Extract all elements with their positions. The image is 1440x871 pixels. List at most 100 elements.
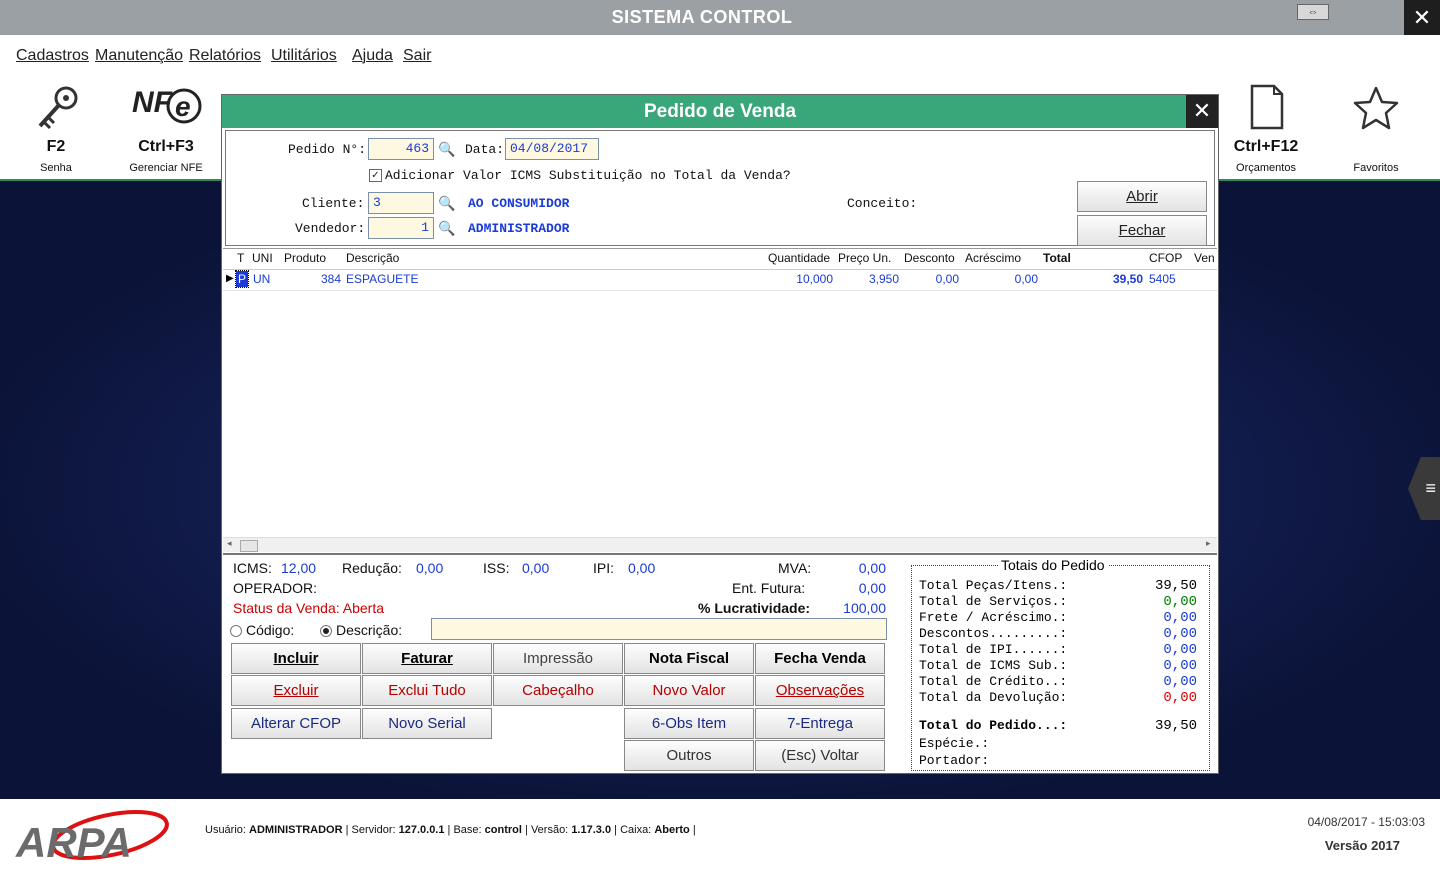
codigo-radio[interactable] bbox=[230, 625, 242, 637]
cliente-label: Cliente: bbox=[302, 196, 365, 211]
totais-row-label: Total Peças/Itens.: bbox=[919, 578, 1068, 593]
total-pedido-label: Total do Pedido...: bbox=[919, 718, 1068, 733]
scroll-left-icon[interactable]: ◂ bbox=[227, 538, 232, 549]
reducao-value: 0,00 bbox=[416, 560, 444, 576]
conceito-label: Conceito: bbox=[847, 196, 918, 211]
pedido-number-input[interactable]: 463 bbox=[368, 138, 434, 160]
col-total: Total bbox=[1043, 251, 1071, 265]
totais-row-label: Total da Devolução: bbox=[919, 690, 1068, 705]
icms-st-checkbox[interactable]: ✓ bbox=[369, 169, 382, 182]
incluir-button[interactable]: Incluir bbox=[231, 643, 361, 674]
faturar-button[interactable]: Faturar bbox=[362, 643, 492, 674]
novo-serial-button[interactable]: Novo Serial bbox=[362, 708, 492, 739]
observacoes-button[interactable]: Observações bbox=[755, 675, 885, 706]
vendedor-code-input[interactable]: 1 bbox=[368, 217, 434, 239]
totais-row: Total da Devolução: 0,00 bbox=[919, 690, 1209, 706]
dialog-close-button[interactable]: ✕ bbox=[1186, 95, 1218, 128]
session-info: Usuário: ADMINISTRADOR | Servidor: 127.0… bbox=[205, 824, 696, 836]
mva-label: MVA: bbox=[778, 560, 812, 576]
totais-row: Total de Serviços.: 0,00 bbox=[919, 594, 1209, 610]
table-row[interactable]: ▶ P UN 384 ESPAGUETE 10,000 3,950 0,00 0… bbox=[223, 269, 1217, 291]
fecha-venda-button[interactable]: Fecha Venda bbox=[755, 643, 885, 674]
arpa-logo: ARPA bbox=[14, 809, 199, 866]
servidor-value: 127.0.0.1 bbox=[398, 824, 445, 836]
toolbar-nfe-label: Gerenciar NFE bbox=[129, 162, 203, 174]
row-pointer-icon: ▶ bbox=[226, 273, 234, 284]
col-t: T bbox=[237, 251, 245, 265]
lucratividade-value: 100,00 bbox=[843, 600, 886, 616]
search-product-input[interactable] bbox=[431, 618, 887, 640]
menu-manutencao[interactable]: Manutenção bbox=[95, 47, 183, 65]
totais-row: Total Peças/Itens.: 39,50 bbox=[919, 578, 1209, 594]
obs-item-button[interactable]: 6-Obs Item bbox=[624, 708, 754, 739]
restore-icon[interactable]: ⇔ bbox=[1297, 4, 1329, 20]
toolbar-senha-button[interactable]: F2 Senha bbox=[6, 78, 106, 178]
vendedor-search-icon[interactable]: 🔍 bbox=[438, 220, 455, 237]
row-cfop: 5405 bbox=[1149, 272, 1176, 286]
row-produto: 384 bbox=[320, 272, 341, 286]
row-acrescimo: 0,00 bbox=[1014, 272, 1038, 286]
versao-year: Versão 2017 bbox=[1324, 838, 1400, 853]
outros-button[interactable]: Outros bbox=[624, 740, 754, 771]
novo-valor-button[interactable]: Novo Valor bbox=[624, 675, 754, 706]
alterar-cfop-button[interactable]: Alterar CFOP bbox=[231, 708, 361, 739]
toolbar-orcamentos-label: Orçamentos bbox=[1236, 162, 1296, 174]
menu-relatorios[interactable]: Relatórios bbox=[189, 47, 261, 65]
base-label: Base: bbox=[453, 824, 482, 836]
window-titlebar: SISTEMA CONTROL ⇔ ✕ bbox=[0, 0, 1440, 35]
menu-sair[interactable]: Sair bbox=[403, 47, 431, 65]
vendedor-name: ADMINISTRADOR bbox=[468, 221, 570, 236]
base-value: control bbox=[484, 824, 522, 836]
total-pedido-row: Total do Pedido...: 39,50 bbox=[919, 718, 1209, 734]
row-preco: 3,950 bbox=[868, 272, 899, 286]
row-type[interactable]: P bbox=[235, 270, 249, 288]
excluir-button[interactable]: Excluir bbox=[231, 675, 361, 706]
entrega-button[interactable]: 7-Entrega bbox=[755, 708, 885, 739]
row-desconto: 0,00 bbox=[935, 272, 959, 286]
totais-row: Total de ICMS Sub.: 0,00 bbox=[919, 658, 1209, 674]
abrir-button[interactable]: Abrir bbox=[1077, 181, 1207, 212]
cliente-code-input[interactable]: 3 bbox=[368, 192, 434, 214]
toolbar-orcamentos-button[interactable]: Ctrl+F12 Orçamentos bbox=[1216, 78, 1316, 178]
ipi-value: 0,00 bbox=[628, 560, 656, 576]
menu-cadastros[interactable]: Cadastros bbox=[16, 47, 89, 65]
impressao-button[interactable]: Impressão bbox=[493, 643, 623, 674]
totais-row-value: 0,00 bbox=[1163, 610, 1197, 626]
data-input[interactable]: 04/08/2017 bbox=[505, 138, 599, 160]
toolbar-nfe-button[interactable]: NF e Ctrl+F3 Gerenciar NFE bbox=[116, 78, 216, 178]
fechar-button[interactable]: Fechar bbox=[1077, 215, 1207, 246]
nota-fiscal-button[interactable]: Nota Fiscal bbox=[624, 643, 754, 674]
status-bar: ARPA Usuário: ADMINISTRADOR | Servidor: … bbox=[0, 799, 1440, 871]
row-total: 39,50 bbox=[1112, 272, 1143, 286]
iss-value: 0,00 bbox=[522, 560, 550, 576]
toolbar-favoritos-label: Favoritos bbox=[1353, 162, 1399, 174]
grid-horizontal-scrollbar[interactable]: ◂ ▸ bbox=[223, 537, 1217, 552]
svg-text:NF: NF bbox=[132, 86, 173, 119]
totais-title: Totais do Pedido bbox=[998, 557, 1108, 573]
menu-ajuda[interactable]: Ajuda bbox=[352, 47, 393, 65]
totais-row-value: 39,50 bbox=[1154, 578, 1197, 594]
codigo-label: Código: bbox=[246, 622, 295, 638]
totais-row-label: Total de ICMS Sub.: bbox=[919, 658, 1068, 673]
col-produto: Produto bbox=[284, 251, 327, 265]
toolbar-favoritos-button[interactable]: Favoritos bbox=[1326, 78, 1426, 178]
col-desconto: Desconto bbox=[904, 251, 955, 265]
mva-value: 0,00 bbox=[858, 560, 886, 576]
versao-value: 1.17.3.0 bbox=[571, 824, 612, 836]
col-uni: UNI bbox=[252, 251, 273, 265]
scroll-right-icon[interactable]: ▸ bbox=[1206, 538, 1211, 549]
exclui-tudo-button[interactable]: Exclui Tudo bbox=[362, 675, 492, 706]
pedido-label: Pedido N°: bbox=[288, 142, 367, 157]
voltar-button[interactable]: (Esc) Voltar bbox=[755, 740, 885, 771]
menu-utilitarios[interactable]: Utilitários bbox=[271, 47, 337, 65]
descricao-radio[interactable] bbox=[320, 625, 332, 637]
window-close-button[interactable]: ✕ bbox=[1404, 0, 1440, 35]
descricao-label: Descrição: bbox=[336, 622, 403, 638]
scroll-thumb[interactable] bbox=[240, 540, 258, 552]
cliente-search-icon[interactable]: 🔍 bbox=[438, 195, 455, 212]
window-title: SISTEMA CONTROL bbox=[611, 7, 793, 27]
cabecalho-button[interactable]: Cabeçalho bbox=[493, 675, 623, 706]
nfe-logo-icon: NF e bbox=[116, 82, 216, 134]
dialog-title: Pedido de Venda bbox=[222, 95, 1218, 128]
pedido-search-icon[interactable]: 🔍 bbox=[438, 141, 455, 158]
